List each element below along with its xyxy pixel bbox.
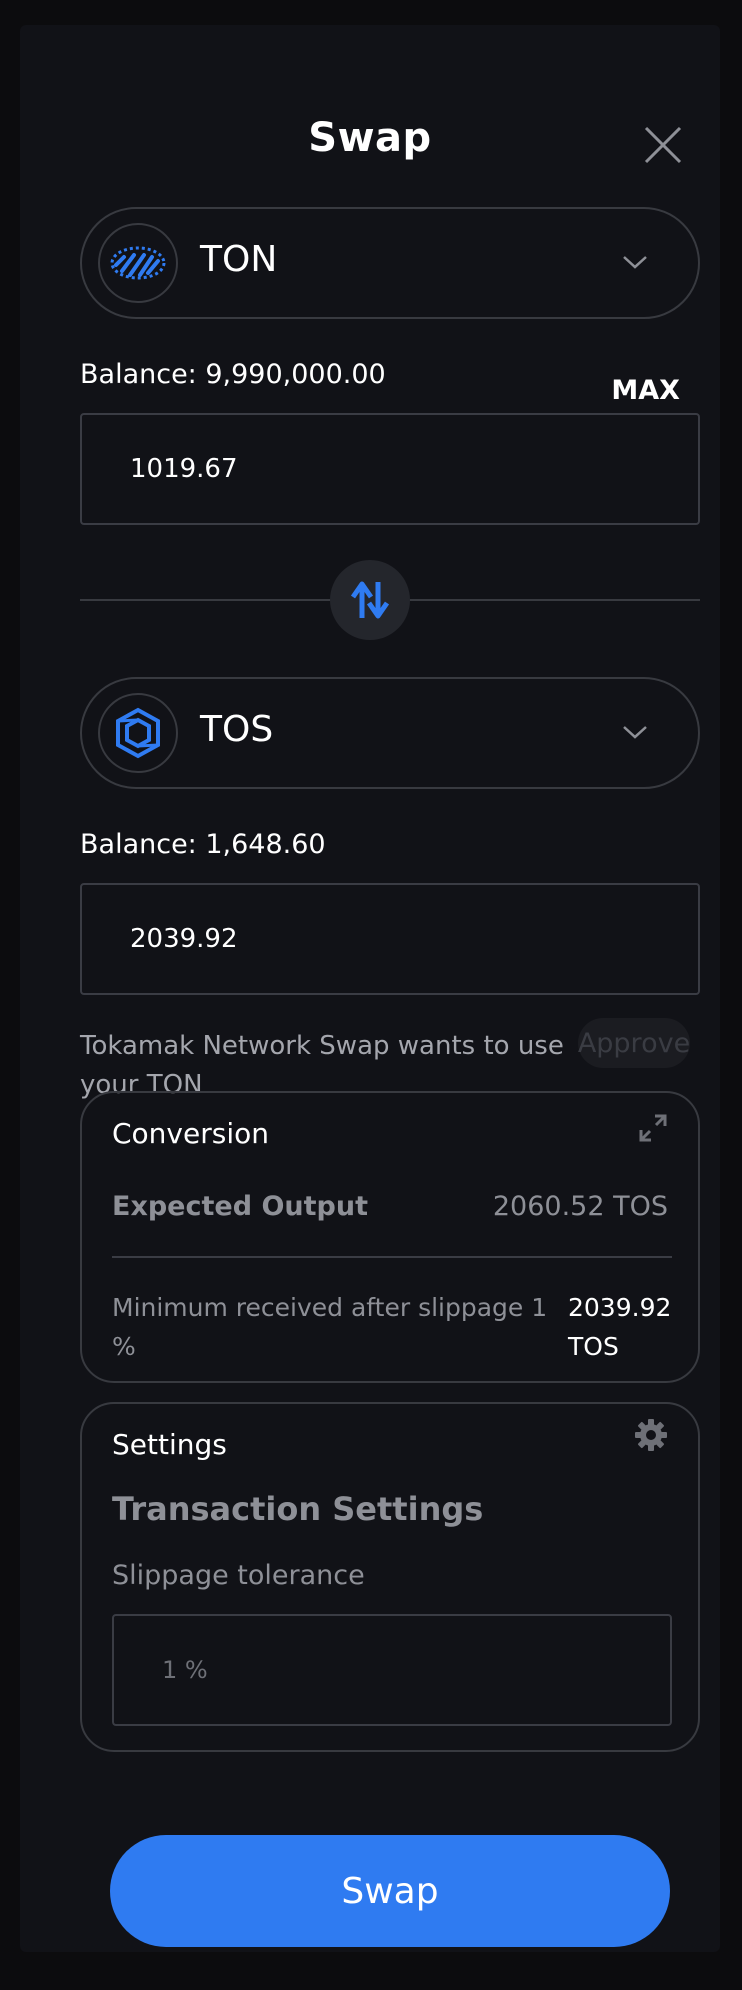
swap-arrows-icon <box>350 581 390 619</box>
to-amount-field[interactable] <box>80 883 700 995</box>
to-amount-input[interactable] <box>130 885 670 993</box>
min-received-label: Minimum received after slippage 1 % <box>112 1293 548 1361</box>
close-button[interactable] <box>643 125 683 165</box>
ton-token-icon <box>98 223 178 303</box>
from-token-name: TON <box>200 239 278 280</box>
to-token-selector[interactable]: TOS <box>80 677 700 789</box>
chevron-down-icon <box>623 726 647 739</box>
expected-output-value: 2060.52 TOS <box>492 1191 668 1222</box>
tos-token-icon <box>98 693 178 773</box>
swap-button[interactable]: Swap <box>110 1835 670 1947</box>
swap-direction-button[interactable] <box>330 560 410 640</box>
conversion-card: Conversion Expected Output 2060.52 TOS M… <box>80 1091 700 1383</box>
page-title: Swap <box>308 115 432 161</box>
approve-button[interactable]: Approve <box>578 1018 690 1068</box>
from-balance: Balance: 9,990,000.00 <box>80 359 386 390</box>
to-balance: Balance: 1,648.60 <box>80 829 326 860</box>
slippage-field[interactable] <box>112 1614 672 1726</box>
from-token-selector[interactable]: TON <box>80 207 700 319</box>
settings-title: Settings <box>112 1428 227 1461</box>
swap-modal: Swap TON Balance: 9,990,000.00 MAX 1019.… <box>20 25 720 1952</box>
expand-icon[interactable] <box>638 1113 668 1143</box>
min-received-value: 2039.92 TOS <box>568 1293 672 1361</box>
to-token-name: TOS <box>200 709 274 750</box>
from-amount-input[interactable] <box>130 415 670 523</box>
card-divider <box>112 1256 672 1258</box>
expected-output-label: Expected Output <box>112 1191 368 1222</box>
slippage-label: Slippage tolerance <box>112 1560 365 1591</box>
settings-card: Settings Transaction Settings Slippage t… <box>80 1402 700 1752</box>
gear-icon[interactable] <box>634 1418 668 1452</box>
close-icon <box>644 126 682 164</box>
transaction-settings-title: Transaction Settings <box>112 1490 484 1528</box>
conversion-title: Conversion <box>112 1117 269 1150</box>
slippage-input[interactable] <box>162 1616 642 1724</box>
chevron-down-icon <box>623 256 647 269</box>
max-button[interactable]: MAX <box>611 375 680 406</box>
from-amount-field[interactable] <box>80 413 700 525</box>
